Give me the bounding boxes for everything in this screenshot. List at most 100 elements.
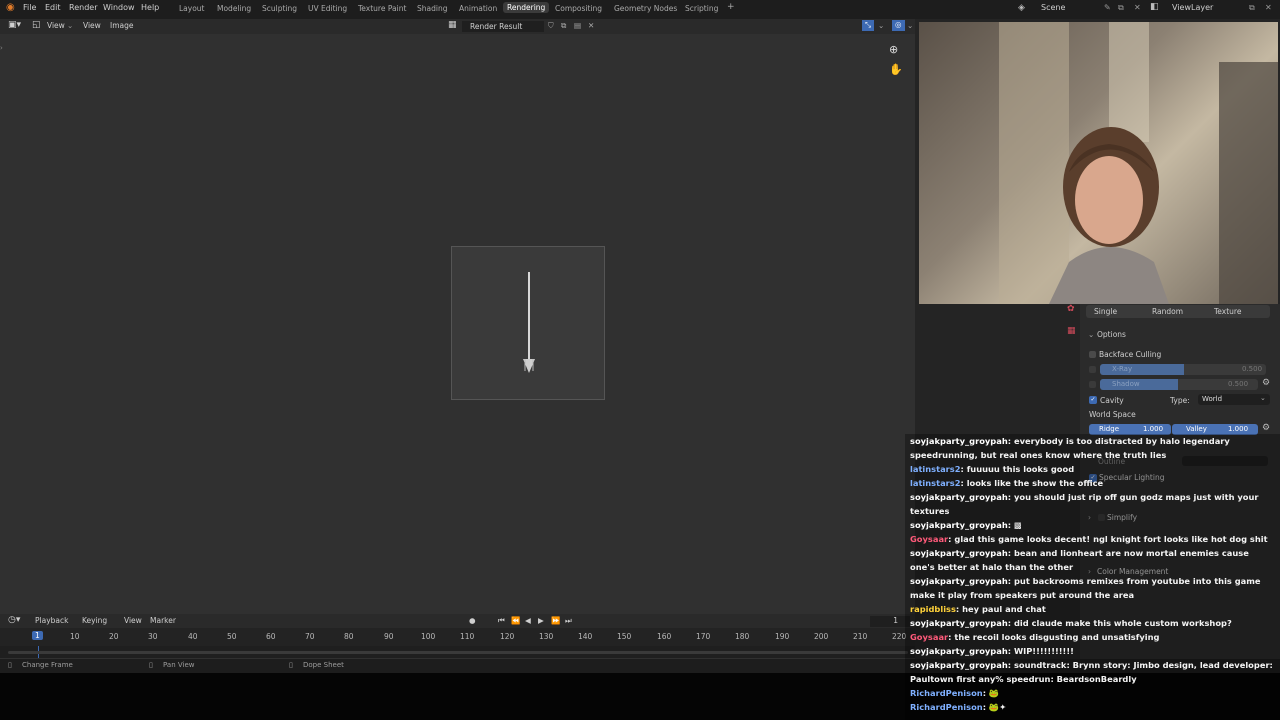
jump-keyframe-back-icon[interactable]: ⏪ [511,616,520,625]
chat-username: soyjakparty_groypah [910,492,1008,502]
options-header[interactable]: Options [1097,330,1126,339]
color-mode-single[interactable]: Single [1094,307,1117,316]
ridge-value: 1.000 [1143,425,1164,433]
pin-icon[interactable]: ✎ [1104,3,1111,12]
tab-sculpting[interactable]: Sculpting [262,4,297,13]
jump-keyframe-forward-icon[interactable]: ⏩ [551,616,560,625]
play-reverse-icon[interactable]: ◀ [525,616,531,625]
mouse-left-icon: ▯ [8,661,12,669]
timeline-track[interactable] [0,646,915,658]
menu-window[interactable]: Window [103,3,135,12]
status-change-frame: Change Frame [22,661,73,669]
xray-checkbox[interactable] [1089,366,1096,373]
pan-hand-icon[interactable]: ✋ [889,63,903,76]
menu-keying[interactable]: Keying [82,616,107,625]
xray-slider[interactable]: X-Ray 0.500 [1100,364,1266,375]
material-tab-icon[interactable]: ✿ [1067,304,1075,314]
view-mode-selector[interactable]: View [47,21,65,30]
jump-start-icon[interactable]: ⏮ [498,616,505,626]
tab-rendering[interactable]: Rendering [503,2,550,13]
blender-logo-icon[interactable]: ◉ [6,2,15,13]
cavity-settings-gear-icon[interactable]: ⚙ [1262,423,1270,433]
sidebar-toggle-icon[interactable]: › [0,44,3,52]
chat-message: latinstars2: fuuuuu this looks good [910,464,1075,474]
close-scene-icon[interactable]: ✕ [1134,3,1141,12]
tab-compositing[interactable]: Compositing [555,4,602,13]
cavity-checkbox[interactable]: ✓ [1089,396,1097,404]
chat-text: looks like the show the office [966,478,1104,488]
cavity-type-dropdown[interactable]: World ⌄ [1198,394,1270,405]
chevron-down-icon[interactable]: ⌄ [907,21,913,30]
chat-username: soyjakparty_groypah [910,646,1008,656]
current-frame-field[interactable]: 1 [870,616,910,627]
world-space-label: World Space [1089,410,1136,419]
frame-tick: 90 [384,632,394,641]
image-editor-header: ▣▾ ◱ View ⌄ View Image ▦ Render Result ⛉… [0,19,915,34]
texture-tab-icon[interactable]: ▦ [1067,326,1076,336]
view-layer-selector[interactable]: ViewLayer [1172,3,1213,12]
chevron-down-icon[interactable]: ⌄ [878,21,884,30]
scene-selector[interactable]: Scene [1041,3,1065,12]
chevron-down-icon[interactable]: ⌄ [1088,330,1094,339]
chat-emote: 🐸 [988,688,1000,698]
tab-modeling[interactable]: Modeling [217,4,251,13]
shadow-slider[interactable]: Shadow 0.500 [1100,379,1258,390]
menu-playback[interactable]: Playback [35,616,68,625]
editor-type-icon[interactable]: ▣▾ [8,20,21,30]
menu-edit[interactable]: Edit [45,3,61,12]
tab-scripting[interactable]: Scripting [685,4,718,13]
menu-help[interactable]: Help [141,3,159,12]
shadow-value: 0.500 [1228,380,1249,388]
frame-tick: 70 [305,632,315,641]
new-image-icon[interactable]: ⧉ [561,21,566,31]
menu-render[interactable]: Render [69,3,97,12]
view-mode-icon[interactable]: ◱ [32,20,41,30]
view-layer-icon: ◧ [1150,2,1159,12]
image-name-field[interactable]: Render Result [462,21,544,32]
chat-username: Goysaar [910,632,949,642]
current-frame-indicator[interactable]: 1 [32,631,43,640]
tab-shading[interactable]: Shading [417,4,447,13]
menu-timeline-view[interactable]: View [124,616,142,625]
menu-file[interactable]: File [23,3,36,12]
zoom-icon[interactable]: ⊕ [889,43,898,56]
frame-tick: 120 [500,632,515,641]
gizmo-toggle-icon[interactable]: ⤡ [862,20,874,31]
new-view-layer-icon[interactable]: ⧉ [1249,3,1255,13]
shadow-checkbox[interactable] [1089,381,1096,388]
chat-username: soyjakparty_groypah [910,548,1008,558]
frame-tick: 20 [109,632,119,641]
color-mode-random[interactable]: Random [1152,307,1183,316]
tab-uv-editing[interactable]: UV Editing [308,4,347,13]
shadow-settings-gear-icon[interactable]: ⚙ [1262,378,1270,388]
overlay-toggle-icon[interactable]: ◎ [892,20,905,31]
tab-animation[interactable]: Animation [459,4,497,13]
menu-image[interactable]: Image [110,21,134,30]
add-workspace-button[interactable]: + [727,2,735,12]
jump-end-icon[interactable]: ⏭ [565,616,572,626]
new-scene-icon[interactable]: ⧉ [1118,3,1124,13]
tab-geometry-nodes[interactable]: Geometry Nodes [614,4,677,13]
tab-layout[interactable]: Layout [179,4,205,13]
frame-tick: 40 [188,632,198,641]
menu-view[interactable]: View [83,21,101,30]
backface-culling-checkbox[interactable] [1089,351,1096,358]
tab-texture-paint[interactable]: Texture Paint [358,4,406,13]
play-icon[interactable]: ▶ [538,616,544,625]
close-view-layer-icon[interactable]: ✕ [1265,3,1272,12]
timeline-scrollbar[interactable] [8,651,908,654]
record-icon[interactable]: ● [469,616,476,625]
chat-text: fuuuuu this looks good [966,464,1075,474]
fake-user-icon[interactable]: ⛉ [548,21,554,31]
timeline-editor-icon[interactable]: ◷▾ [8,615,20,625]
mouse-middle-icon: ▯ [149,661,153,669]
open-image-icon[interactable]: ▤ [574,21,581,30]
chat-text: the recoil looks disgusting and unsatisf… [954,632,1160,642]
unlink-image-icon[interactable]: ✕ [588,21,594,30]
frame-tick: 200 [814,632,829,641]
timeline-ruler[interactable]: 1 10 20 30 40 50 60 70 80 90 100 110 120… [0,628,915,646]
image-browse-icon[interactable]: ▦ [448,20,457,30]
menu-marker[interactable]: Marker [150,616,176,625]
color-mode-texture[interactable]: Texture [1214,307,1241,316]
frame-tick: 180 [735,632,750,641]
